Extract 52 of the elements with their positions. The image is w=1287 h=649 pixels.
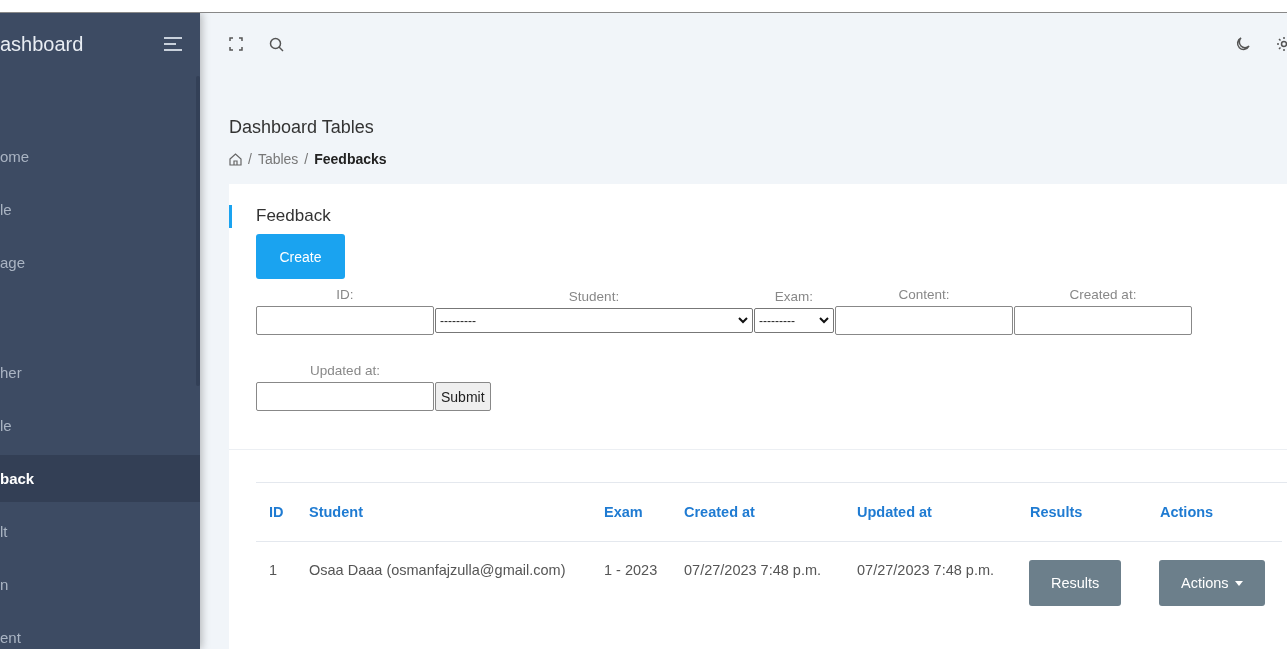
- table-cell: 07/27/2023 7:48 p.m.: [857, 562, 995, 578]
- select-field[interactable]: ---------: [435, 308, 753, 333]
- sidebar-title: ashboard: [0, 32, 84, 56]
- column-header: ID: [256, 483, 296, 542]
- breadcrumb-link[interactable]: Tables: [257, 151, 299, 167]
- caret-icon: [1234, 580, 1243, 586]
- submit-button[interactable]: Submit: [435, 382, 491, 411]
- field-label: ID:: [336, 287, 354, 302]
- menu-icon[interactable]: [164, 37, 182, 51]
- input-field[interactable]: [1014, 306, 1192, 335]
- field-label: Updated at:: [310, 363, 380, 378]
- breadcrumb-separator: /: [248, 151, 252, 167]
- sidebar-item[interactable]: her: [0, 349, 200, 396]
- table-cell: 07/27/2023 7:48 p.m.: [684, 562, 822, 578]
- chevron-down-icon: [819, 317, 829, 324]
- sidebar-item[interactable]: back: [0, 455, 200, 502]
- column-header: Results: [1017, 483, 1147, 542]
- create-button[interactable]: Create: [256, 234, 345, 279]
- sidebar-item[interactable]: lt: [0, 508, 200, 555]
- input-field[interactable]: [256, 382, 434, 411]
- field-label: Created at:: [1069, 287, 1137, 302]
- field-label: Student:: [568, 289, 620, 304]
- sidebar-item[interactable]: ome: [0, 133, 200, 180]
- column-header: Updated at: [844, 483, 1017, 542]
- input-field[interactable]: [835, 306, 1013, 335]
- column-header: Exam: [591, 483, 671, 542]
- fullscreen-icon[interactable]: [229, 37, 243, 51]
- sidebar-item[interactable]: le: [0, 402, 200, 449]
- table-cell: Osaa Daaa (osmanfajzulla@gmail.com): [309, 562, 566, 578]
- column-header: Actions: [1147, 483, 1282, 542]
- search-icon[interactable]: [269, 36, 284, 52]
- field-label: Exam:: [774, 289, 814, 304]
- input-field[interactable]: [256, 306, 434, 335]
- field-label: Content:: [898, 287, 950, 302]
- breadcrumb-current: Feedbacks: [314, 151, 387, 167]
- page-title: Dashboard Tables: [229, 117, 375, 139]
- breadcrumb-separator: /: [304, 151, 309, 167]
- table-cell: 1 - 2023: [604, 562, 658, 578]
- moon-icon[interactable]: [1235, 36, 1250, 52]
- actions-button[interactable]: Actions: [1159, 560, 1265, 606]
- sidebar-item[interactable]: age: [0, 239, 200, 286]
- column-header: Created at: [671, 483, 844, 542]
- sidebar-item[interactable]: n: [0, 561, 200, 608]
- home-icon[interactable]: [229, 152, 242, 166]
- table-cell: 1: [269, 562, 278, 578]
- results-button[interactable]: Results: [1029, 560, 1122, 606]
- sidebar-item[interactable]: ent: [0, 614, 200, 649]
- select-field[interactable]: ---------: [754, 308, 834, 333]
- column-header: Student: [296, 483, 591, 542]
- chevron-down-icon: [738, 317, 748, 324]
- sidebar-item[interactable]: le: [0, 186, 200, 233]
- card-title: Feedback: [256, 206, 331, 226]
